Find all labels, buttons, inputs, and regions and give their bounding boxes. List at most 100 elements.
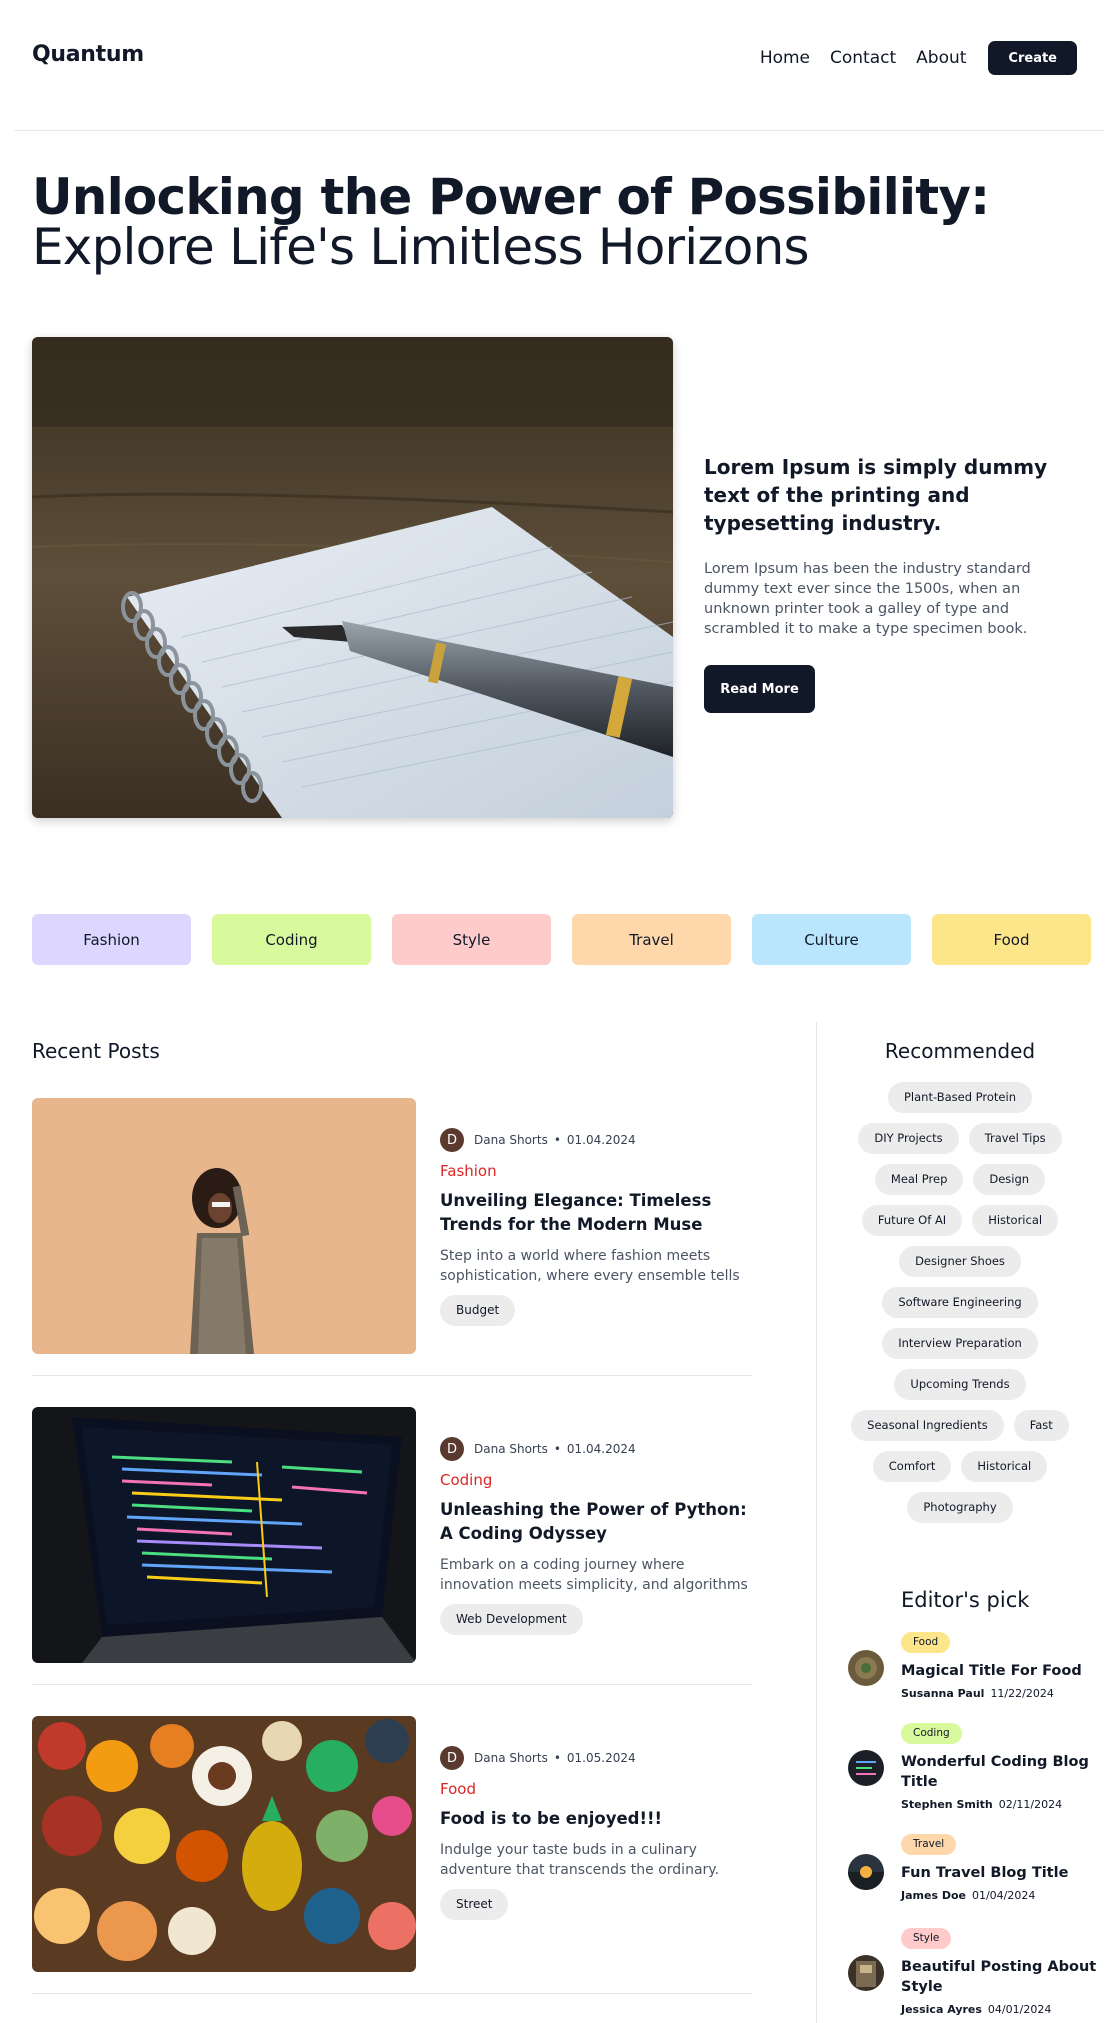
editor-pick-avatar: [848, 1650, 884, 1686]
post-tag[interactable]: Budget: [440, 1295, 516, 1326]
hero-card-text: Lorem Ipsum has been the industry standa…: [704, 561, 1031, 637]
post-image[interactable]: [32, 1407, 416, 1663]
editor-pick-category[interactable]: Coding: [901, 1723, 962, 1744]
category-culture[interactable]: Culture: [752, 914, 911, 965]
nav-about-link[interactable]: About: [916, 48, 966, 68]
post-card: D Dana Shorts • 01.04.2024 Fashion Unvei…: [32, 1098, 752, 1376]
recommended-tag[interactable]: DIY Projects: [858, 1123, 959, 1154]
recommended-tag[interactable]: Software Engineering: [882, 1287, 1038, 1318]
editors-pick-title: Editor's pick: [901, 1588, 1030, 1612]
recommended-tag[interactable]: Fast: [1013, 1410, 1069, 1441]
recommended-tag[interactable]: Upcoming Trends: [894, 1369, 1026, 1400]
recommended-tag[interactable]: Designer Shoes: [899, 1246, 1021, 1277]
editor-pick-category[interactable]: Food: [901, 1632, 951, 1653]
post-date: 01.05.2024: [566, 1751, 636, 1765]
post-date: 01.04.2024: [566, 1133, 636, 1147]
recommended-tag[interactable]: Future Of AI: [861, 1205, 963, 1236]
editor-pick-meta: James Doe 01/04/2024: [901, 1889, 1101, 1902]
create-button[interactable]: Create: [988, 41, 1077, 75]
post-image[interactable]: [32, 1098, 416, 1354]
hero-card: Lorem Ipsum is simply dummy text of the …: [704, 453, 1088, 713]
meta-separator: •: [553, 1442, 561, 1456]
editor-pick-meta: Stephen Smith 02/11/2024: [901, 1798, 1101, 1811]
recommended-tag[interactable]: Seasonal Ingredients: [851, 1410, 1004, 1441]
editor-pick-author[interactable]: James Doe: [901, 1889, 966, 1902]
editor-pick-category[interactable]: Travel: [901, 1834, 957, 1855]
sidebar-divider: [816, 1022, 817, 2023]
author-name[interactable]: Dana Shorts: [474, 1442, 548, 1456]
recommended-tag[interactable]: Travel Tips: [968, 1123, 1062, 1154]
notebook-pen-image: [32, 337, 673, 818]
category-travel[interactable]: Travel: [572, 914, 731, 965]
recommended-tag[interactable]: Historical: [972, 1205, 1059, 1236]
editor-pick-title[interactable]: Beautiful Posting About Style: [901, 1957, 1101, 1997]
category-fashion[interactable]: Fashion: [32, 914, 191, 965]
post-category[interactable]: Food: [440, 1780, 752, 1798]
editor-pick-title[interactable]: Wonderful Coding Blog Title: [901, 1752, 1101, 1792]
post-meta: D Dana Shorts • 01.04.2024: [440, 1128, 752, 1152]
category-food[interactable]: Food: [932, 914, 1091, 965]
navbar: Quantum Home Contact About Create: [0, 0, 1119, 117]
post-info: D Dana Shorts • 01.04.2024 Fashion Unvei…: [440, 1128, 752, 1326]
nav-contact-link[interactable]: Contact: [830, 48, 896, 68]
post-info: D Dana Shorts • 01.04.2024 Coding Unleas…: [440, 1437, 752, 1635]
post-title[interactable]: Food is to be enjoyed!!!: [440, 1807, 752, 1831]
editor-pick-body: Style Beautiful Posting About Style Jess…: [901, 1926, 1101, 2016]
post-info: D Dana Shorts • 01.05.2024 Food Food is …: [440, 1746, 752, 1920]
food-spread-image: [32, 1716, 416, 1972]
post-card: D Dana Shorts • 01.04.2024 Coding Unleas…: [32, 1407, 752, 1685]
post-meta: D Dana Shorts • 01.04.2024: [440, 1437, 752, 1461]
hero-card-title[interactable]: Lorem Ipsum is simply dummy text of the …: [704, 453, 1088, 537]
editor-pick-title[interactable]: Fun Travel Blog Title: [901, 1863, 1101, 1883]
editor-pick-author[interactable]: Stephen Smith: [901, 1798, 993, 1811]
author-avatar[interactable]: D: [440, 1437, 464, 1461]
recommended-tag[interactable]: Photography: [907, 1492, 1013, 1523]
post-tag[interactable]: Web Development: [440, 1604, 583, 1635]
editor-pick-category[interactable]: Style: [901, 1928, 952, 1949]
editor-pick-meta: Jessica Ayres 04/01/2024: [901, 2003, 1101, 2016]
post-title[interactable]: Unveiling Elegance: Timeless Trends for …: [440, 1189, 752, 1237]
post-excerpt: Embark on a coding journey where innovat…: [440, 1557, 748, 1593]
category-bar: Fashion Coding Style Travel Culture Food: [32, 914, 1091, 965]
editor-pick-body: Food Magical Title For Food Susanna Paul…: [901, 1630, 1101, 1700]
post-title[interactable]: Unleashing the Power of Python: A Coding…: [440, 1498, 752, 1546]
post-excerpt: Indulge your taste buds in a culinary ad…: [440, 1842, 720, 1878]
main-nav: Home Contact About Create: [760, 41, 1077, 75]
author-name[interactable]: Dana Shorts: [474, 1751, 548, 1765]
author-avatar[interactable]: D: [440, 1128, 464, 1152]
recommended-tag[interactable]: Interview Preparation: [882, 1328, 1038, 1359]
recommended-tag[interactable]: Meal Prep: [874, 1164, 964, 1195]
post-tag[interactable]: Street: [440, 1889, 509, 1920]
post-excerpt: Step into a world where fashion meets so…: [440, 1248, 740, 1284]
author-avatar[interactable]: D: [440, 1746, 464, 1770]
recommended-tag[interactable]: Plant-Based Protein: [888, 1082, 1032, 1113]
hero-title-light: Explore Life's Limitless Horizons: [32, 218, 810, 276]
read-more-button[interactable]: Read More: [704, 665, 815, 713]
editor-pick-author[interactable]: Susanna Paul: [901, 1687, 984, 1700]
editor-pick-date: 11/22/2024: [990, 1687, 1054, 1700]
category-coding[interactable]: Coding: [212, 914, 371, 965]
editor-pick-avatar: [848, 1854, 884, 1890]
recommended-tag[interactable]: Design: [973, 1164, 1046, 1195]
author-name[interactable]: Dana Shorts: [474, 1133, 548, 1147]
editor-pick-author[interactable]: Jessica Ayres: [901, 2003, 982, 2016]
recommended-tag[interactable]: Historical: [961, 1451, 1048, 1482]
site-logo[interactable]: Quantum: [32, 42, 144, 67]
recommended-tag[interactable]: Comfort: [872, 1451, 952, 1482]
post-category[interactable]: Coding: [440, 1471, 752, 1489]
header-divider: [14, 130, 1105, 131]
hero-title: Unlocking the Power of Possibility: Expl…: [32, 172, 1102, 272]
editor-pick-avatar: [848, 1750, 884, 1786]
post-date: 01.04.2024: [566, 1442, 636, 1456]
recommended-tags: Plant-Based Protein DIY Projects Travel …: [845, 1082, 1075, 1523]
post-meta: D Dana Shorts • 01.05.2024: [440, 1746, 752, 1770]
nav-home-link[interactable]: Home: [760, 48, 810, 68]
laptop-code-image: [32, 1407, 416, 1663]
editor-pick-title[interactable]: Magical Title For Food: [901, 1661, 1101, 1681]
post-image[interactable]: [32, 1716, 416, 1972]
editor-pick-date: 04/01/2024: [987, 2003, 1052, 2016]
recommended-title: Recommended: [884, 1039, 1036, 1063]
hero-image[interactable]: [32, 337, 673, 818]
post-category[interactable]: Fashion: [440, 1162, 752, 1180]
category-style[interactable]: Style: [392, 914, 551, 965]
